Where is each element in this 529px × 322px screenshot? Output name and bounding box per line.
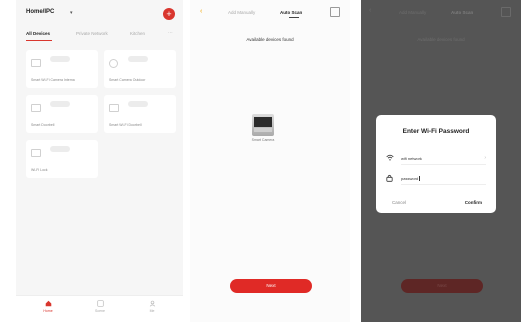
wifi-password-dialog: Enter Wi-Fi Password wifi network › pass… <box>376 115 496 213</box>
scan-status: Available devices found <box>246 37 294 42</box>
ssid-value: wifi network <box>401 156 422 161</box>
lock-icon <box>31 149 41 157</box>
plug-icon <box>31 104 41 112</box>
auto-scan-screen: ‹ Add Manually Auto Scan Available devic… <box>190 0 350 322</box>
wifi-password-screen: ‹ Add Manually Auto Scan Available devic… <box>361 0 521 322</box>
room-tabs: All Devices Private Network Kitchen ⋯ <box>26 30 175 41</box>
divider <box>401 164 486 165</box>
device-label: Wi-Fi Lock <box>31 168 48 172</box>
divider <box>401 184 486 185</box>
scan-icon[interactable] <box>330 7 340 17</box>
found-device-image[interactable] <box>252 114 274 136</box>
next-button[interactable]: Next <box>230 279 312 293</box>
doorbell-icon <box>109 104 119 112</box>
next-button-dimmed: Next <box>401 279 483 293</box>
back-arrow-icon: ‹ <box>369 7 372 14</box>
nav-me[interactable]: Me <box>142 300 162 313</box>
device-label: Smart Wi-Fi Doorbell <box>109 123 142 127</box>
status-pill <box>50 146 70 152</box>
tab-auto-scan: Auto Scan <box>451 10 474 15</box>
home-header: Home/IPC ▾ + <box>26 8 175 22</box>
tab-add-manually: Add Manually <box>399 10 427 15</box>
scene-icon <box>96 300 104 307</box>
chevron-right-icon[interactable]: › <box>484 155 486 161</box>
tab-kitchen[interactable]: Kitchen <box>130 31 145 36</box>
more-icon[interactable]: ⋯ <box>168 30 173 36</box>
home-title[interactable]: Home/IPC <box>26 9 54 15</box>
bottom-nav: Home Scene Me <box>16 295 183 322</box>
nav-label: Home <box>43 309 53 313</box>
found-device-name: Smart Camera <box>251 138 275 142</box>
tab-add-manually[interactable]: Add Manually <box>228 10 255 15</box>
password-row[interactable]: password <box>386 173 486 185</box>
profile-icon <box>149 300 155 307</box>
nav-label: Me <box>149 309 155 313</box>
device-card[interactable]: Smart Doorbell <box>26 95 98 133</box>
status-pill <box>128 101 148 107</box>
add-device-button[interactable]: + <box>163 8 175 20</box>
device-label: Smart Wi-Fi Camera Interna <box>31 78 75 82</box>
device-label: Smart Camera Outdoor <box>109 78 146 82</box>
active-tab-indicator <box>289 17 299 18</box>
password-input[interactable]: password <box>401 176 420 182</box>
password-value: password <box>401 176 419 181</box>
nav-scene[interactable]: Scene <box>90 300 110 313</box>
status-pill <box>50 101 70 107</box>
scan-status: Available devices found <box>417 37 465 42</box>
bulb-icon <box>109 59 118 68</box>
plus-icon: + <box>166 9 172 19</box>
device-card[interactable]: Smart Camera Outdoor <box>104 50 176 88</box>
tab-private-network[interactable]: Private Network <box>76 31 108 36</box>
home-icon <box>45 300 51 307</box>
active-tab-indicator <box>26 40 52 41</box>
chevron-down-icon[interactable]: ▾ <box>70 10 73 16</box>
scan-icon <box>501 7 511 17</box>
device-card[interactable]: Wi-Fi Lock <box>26 140 98 178</box>
confirm-button[interactable]: Confirm <box>465 200 482 205</box>
dialog-title: Enter Wi-Fi Password <box>402 128 470 135</box>
device-card[interactable]: Smart Wi-Fi Doorbell <box>104 95 176 133</box>
device-card[interactable]: Smart Wi-Fi Camera Interna <box>26 50 98 88</box>
nav-label: Scene <box>95 309 105 313</box>
device-stripe <box>254 128 272 132</box>
device-label: Smart Doorbell <box>31 123 55 127</box>
text-cursor <box>419 176 420 182</box>
cancel-button[interactable]: Cancel <box>392 200 406 205</box>
tab-auto-scan[interactable]: Auto Scan <box>280 10 302 15</box>
home-screen: Home/IPC ▾ + All Devices Private Network… <box>16 0 183 322</box>
status-pill <box>50 56 70 62</box>
camera-icon <box>31 59 41 67</box>
ssid-row[interactable]: wifi network › <box>386 153 486 165</box>
nav-home[interactable]: Home <box>38 300 58 313</box>
lock-icon <box>386 174 393 182</box>
tab-all-devices[interactable]: All Devices <box>26 31 50 36</box>
status-pill <box>128 56 148 62</box>
device-screen <box>254 117 272 127</box>
wifi-icon <box>386 154 394 161</box>
back-arrow-icon[interactable]: ‹ <box>200 8 202 15</box>
